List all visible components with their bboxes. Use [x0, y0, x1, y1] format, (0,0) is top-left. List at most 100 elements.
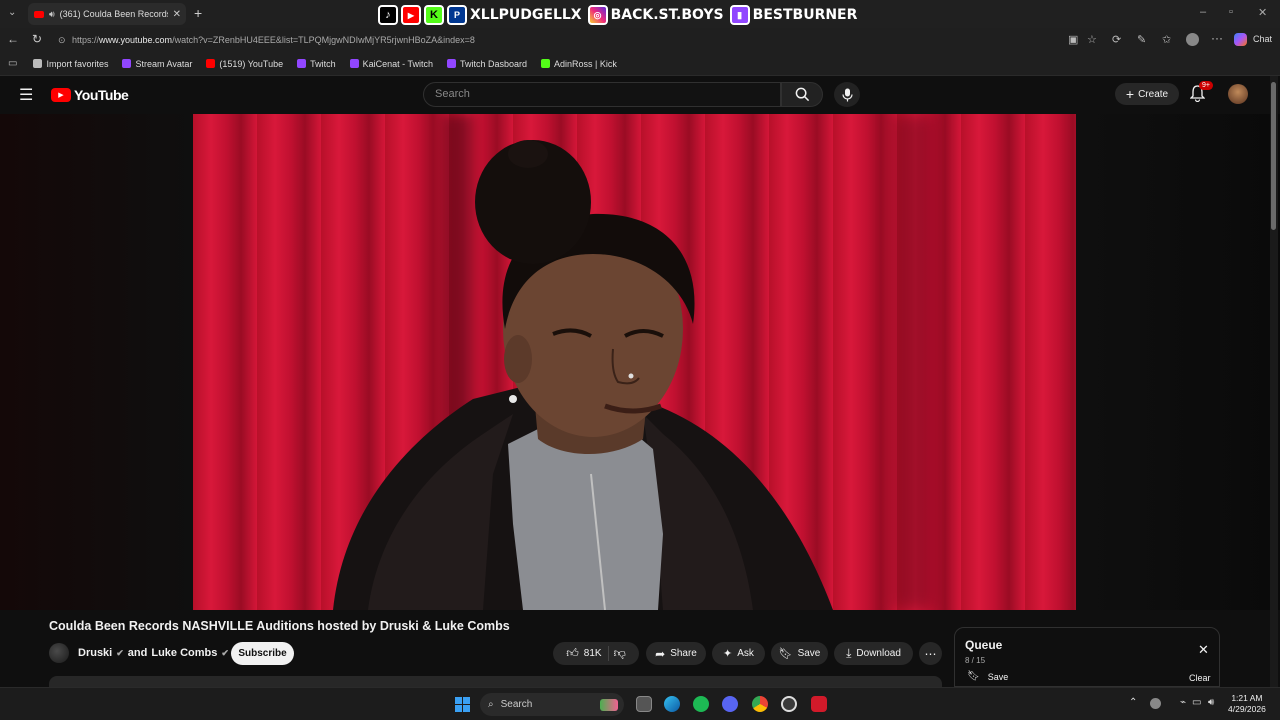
profile-avatar[interactable] [1186, 33, 1199, 46]
speaker-icon[interactable]: 🔊︎ [49, 9, 55, 20]
queue-position: 8 / 15 [965, 656, 986, 665]
voice-search-button[interactable] [834, 82, 860, 107]
search-input[interactable]: Search [423, 82, 781, 107]
bookmark-item[interactable]: AdinRoss | Kick [541, 59, 617, 69]
bookmark-item[interactable]: Import favorites [33, 59, 108, 69]
copilot-icon[interactable] [1234, 33, 1247, 46]
close-tab-icon[interactable]: ✕ [173, 9, 181, 20]
app-red-icon[interactable] [811, 696, 827, 712]
bookmark-label: (1519) YouTube [219, 58, 284, 69]
tray-app-icon[interactable] [1150, 698, 1161, 709]
more-actions-button[interactable]: ⋯ [919, 642, 942, 665]
youtube-logo-text: YouTube [74, 87, 129, 103]
tab-title: (361) Coulda Been Records N [59, 9, 168, 19]
reader-icon[interactable]: ▣ [1068, 33, 1078, 46]
browser-tab-bar: ⌄ 🔊︎ (361) Coulda Been Records N ✕ + ♪ ▶… [0, 0, 1280, 28]
windows-start-icon[interactable] [455, 697, 470, 712]
channel-name-luke-combs[interactable]: Luke Combs [151, 647, 217, 659]
bookmark-label: KaiCenat - Twitch [362, 58, 433, 69]
bookmark-favicon-icon [297, 59, 307, 68]
verified-badge-icon: ✔ [221, 647, 229, 658]
taskbar-search[interactable]: ⌕ Search [480, 693, 624, 716]
create-label: Create [1138, 88, 1169, 100]
edge-icon[interactable] [664, 696, 680, 712]
refresh-icon[interactable]: ↻ [32, 32, 42, 46]
lock-icon: ⊙ [58, 35, 66, 45]
like-dislike-group: 👍︎ 81K 👎︎ [553, 642, 639, 665]
favorite-star-icon[interactable]: ☆ [1087, 33, 1097, 46]
sparkle-icon: ✦ [723, 648, 733, 660]
sync-icon[interactable]: ⟳ [1112, 33, 1121, 46]
system-clock[interactable]: 1:21 AM 4/29/2026 [1228, 693, 1266, 715]
tab-actions-icon[interactable]: ⌄ [8, 7, 16, 18]
bookmark-item[interactable]: Twitch [297, 59, 336, 69]
bookmark-favicon-icon [541, 59, 551, 68]
download-icon: ⤓ [846, 646, 852, 660]
close-queue-icon[interactable]: ✕ [1198, 642, 1209, 658]
bookmark-favicon-icon [446, 59, 456, 68]
search-highlight-icon [600, 698, 618, 711]
account-avatar[interactable] [1228, 84, 1248, 104]
more-icon: ⋯ [924, 646, 937, 661]
hamburger-menu-icon[interactable]: ☰ [19, 85, 33, 105]
more-menu-icon[interactable]: ··· [1211, 31, 1223, 45]
maximize-icon[interactable]: ▫ [1229, 6, 1233, 18]
browser-tab-active[interactable]: 🔊︎ (361) Coulda Been Records N ✕ [28, 3, 186, 25]
verified-badge-icon: ✔ [116, 647, 124, 658]
task-view-icon[interactable] [636, 696, 652, 712]
new-tab-icon[interactable]: + [194, 5, 202, 21]
bookmark-item[interactable]: Stream Avatar [122, 59, 192, 69]
favorites-icon[interactable]: ✩ [1162, 33, 1171, 46]
search-button[interactable] [781, 82, 823, 107]
like-button[interactable]: 👍︎ 81K [566, 646, 609, 661]
dislike-button[interactable]: 👎︎ [614, 646, 626, 661]
page-scrollbar-thumb[interactable] [1271, 82, 1276, 230]
tray-overflow-icon[interactable]: ⌃ [1129, 697, 1137, 708]
queue-save-label: Save [987, 671, 1009, 682]
notifications-button[interactable]: 9+ [1189, 81, 1213, 107]
video-frame[interactable] [193, 114, 1076, 610]
back-icon[interactable]: ← [7, 32, 19, 46]
url-field[interactable]: ⊙ https://www.youtube.com/watch?v=ZRenbH… [52, 30, 1107, 50]
volume-icon[interactable]: 🔊︎ [1208, 697, 1214, 708]
description-box[interactable] [49, 676, 942, 687]
bookmark-icon: 🔖︎ [778, 648, 793, 660]
extensions-icon[interactable]: ✎ [1137, 33, 1146, 46]
save-button[interactable]: 🔖︎ Save [771, 642, 828, 665]
discord-icon[interactable] [722, 696, 738, 712]
bookmark-favicon-icon [349, 59, 359, 68]
bookmark-item[interactable]: (1519) YouTube [206, 59, 283, 69]
video-player[interactable] [0, 114, 1280, 610]
clock-date: 4/29/2026 [1228, 704, 1266, 714]
bookmark-item[interactable]: Twitch Dasboard [446, 59, 527, 69]
obs-icon[interactable] [781, 696, 797, 712]
ask-button[interactable]: ✦ Ask [712, 642, 765, 665]
minimize-icon[interactable]: – [1200, 6, 1206, 18]
download-button[interactable]: ⤓ Download [834, 642, 913, 665]
channel-avatar[interactable] [49, 643, 69, 663]
share-button[interactable]: ➦ Share [646, 642, 706, 665]
channel-name-druski[interactable]: Druski [78, 647, 112, 659]
network-icon[interactable]: ⌁ [1180, 697, 1186, 708]
share-label: Share [670, 648, 697, 659]
spotify-icon[interactable] [693, 696, 709, 712]
bookmark-item[interactable]: KaiCenat - Twitch [349, 58, 433, 69]
close-window-icon[interactable]: ✕ [1258, 6, 1267, 19]
create-button[interactable]: + Create [1115, 83, 1179, 105]
sidebar-toggle-icon[interactable]: ▭ [8, 58, 17, 69]
banner-text-3: BESTBURNER [752, 7, 858, 23]
taskbar-search-label: Search [500, 699, 533, 710]
chrome-icon[interactable] [752, 696, 768, 712]
bookmark-favicon-icon [206, 59, 216, 68]
channel-names[interactable]: Druski ✔ and Luke Combs ✔ [78, 647, 229, 659]
subscribe-button[interactable]: Subscribe [231, 642, 294, 665]
plus-icon: + [1125, 86, 1135, 102]
queue-save-button[interactable]: 🔖︎ Save [967, 671, 1008, 682]
youtube-logo[interactable]: ▶ YouTube [51, 87, 129, 103]
channel-joiner: and [127, 647, 148, 659]
chat-label[interactable]: Chat [1253, 34, 1272, 44]
queue-clear-button[interactable]: Clear [1189, 673, 1211, 683]
bookmark-favicon-icon [33, 59, 43, 68]
display-icon[interactable]: ▭ [1192, 697, 1201, 708]
instagram-icon: ◎ [587, 5, 608, 25]
